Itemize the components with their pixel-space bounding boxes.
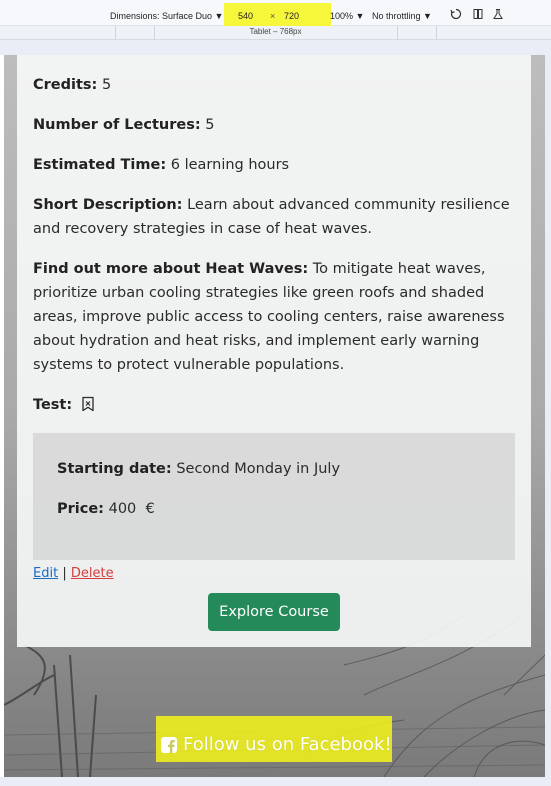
- starting-date-value: Second Monday in July: [176, 461, 341, 477]
- zoom-select[interactable]: 100% ▼: [330, 0, 364, 26]
- short-description: Short Description: Learn about advanced …: [33, 193, 515, 241]
- short-description-label: Short Description:: [33, 197, 183, 213]
- credits-row: Credits: 5: [33, 73, 515, 97]
- test-label: Test:: [33, 397, 73, 413]
- course-details-card: Credits: 5 Number of Lectures: 5 Estimat…: [17, 55, 531, 647]
- lectures-value: 5: [205, 117, 215, 133]
- delete-link[interactable]: Delete: [71, 566, 114, 581]
- page-viewport: Credits: 5 Number of Lectures: 5 Estimat…: [4, 55, 545, 777]
- facebook-square-icon: [160, 736, 178, 754]
- heat-waves-line-3: areas, improve public access to cooling …: [33, 309, 505, 325]
- heat-waves-line-4: about hydration and heat risks, and impl…: [33, 333, 480, 349]
- short-description-line-2: and recovery strategies in case of heat …: [33, 221, 373, 237]
- facebook-link[interactable]: Follow us on Facebook!: [160, 732, 392, 758]
- height-input[interactable]: 720: [284, 11, 299, 21]
- width-input[interactable]: 540: [238, 11, 253, 21]
- lectures-label: Number of Lectures:: [33, 117, 201, 133]
- viewport-gutter: [0, 40, 551, 55]
- edit-link[interactable]: Edit: [33, 566, 58, 581]
- starting-date-label: Starting date:: [57, 461, 172, 477]
- credits-value: 5: [101, 77, 112, 93]
- heat-waves-line-5: systems to protect vulnerable population…: [33, 357, 345, 373]
- dual-screen-icon[interactable]: [472, 8, 484, 20]
- heat-waves-line-2: prioritize urban cooling strategies like…: [33, 285, 485, 301]
- price-label: Price:: [57, 501, 104, 517]
- time-value: 6 learning hours: [170, 157, 290, 173]
- admin-links: Edit | Delete: [33, 564, 114, 584]
- link-separator: |: [62, 566, 67, 581]
- facebook-text[interactable]: Follow us on Facebook!: [183, 732, 392, 758]
- media-query-ruler: Tablet – 768px: [0, 26, 551, 40]
- viewport-bottom-gutter: [0, 777, 551, 786]
- bookmark-x-icon[interactable]: [81, 396, 95, 412]
- heat-waves-line-1: To mitigate heat waves,: [312, 261, 486, 277]
- heat-waves-label: Find out more about Heat Waves:: [33, 261, 309, 277]
- throttling-select[interactable]: No throttling ▼: [372, 0, 432, 26]
- starting-date-row: Starting date: Second Monday in July: [57, 457, 491, 481]
- device-select[interactable]: Dimensions: Surface Duo ▼: [110, 0, 223, 26]
- heat-waves-info: Find out more about Heat Waves: To mitig…: [33, 257, 515, 377]
- credits-label: Credits:: [33, 77, 98, 93]
- schedule-box: Starting date: Second Monday in July Pri…: [33, 433, 515, 560]
- time-label: Estimated Time:: [33, 157, 167, 173]
- time-row: Estimated Time: 6 learning hours: [33, 153, 515, 177]
- price-value: 400 €: [108, 501, 155, 517]
- viewport-right-gutter: [545, 55, 551, 777]
- test-row: Test:: [33, 393, 515, 417]
- dimension-separator: ×: [270, 11, 276, 21]
- sensors-icon[interactable]: [492, 8, 504, 20]
- short-description-line-1: Learn about advanced community resilienc…: [187, 197, 510, 213]
- explore-course-button[interactable]: Explore Course: [208, 593, 340, 631]
- devtools-toolbar: Dimensions: Surface Duo ▼ 540 × 720 100%…: [0, 0, 551, 32]
- rotate-icon[interactable]: [450, 8, 462, 20]
- price-row: Price: 400 €: [57, 497, 491, 521]
- lectures-row: Number of Lectures: 5: [33, 113, 515, 137]
- breakpoint-label: Tablet – 768px: [249, 27, 302, 36]
